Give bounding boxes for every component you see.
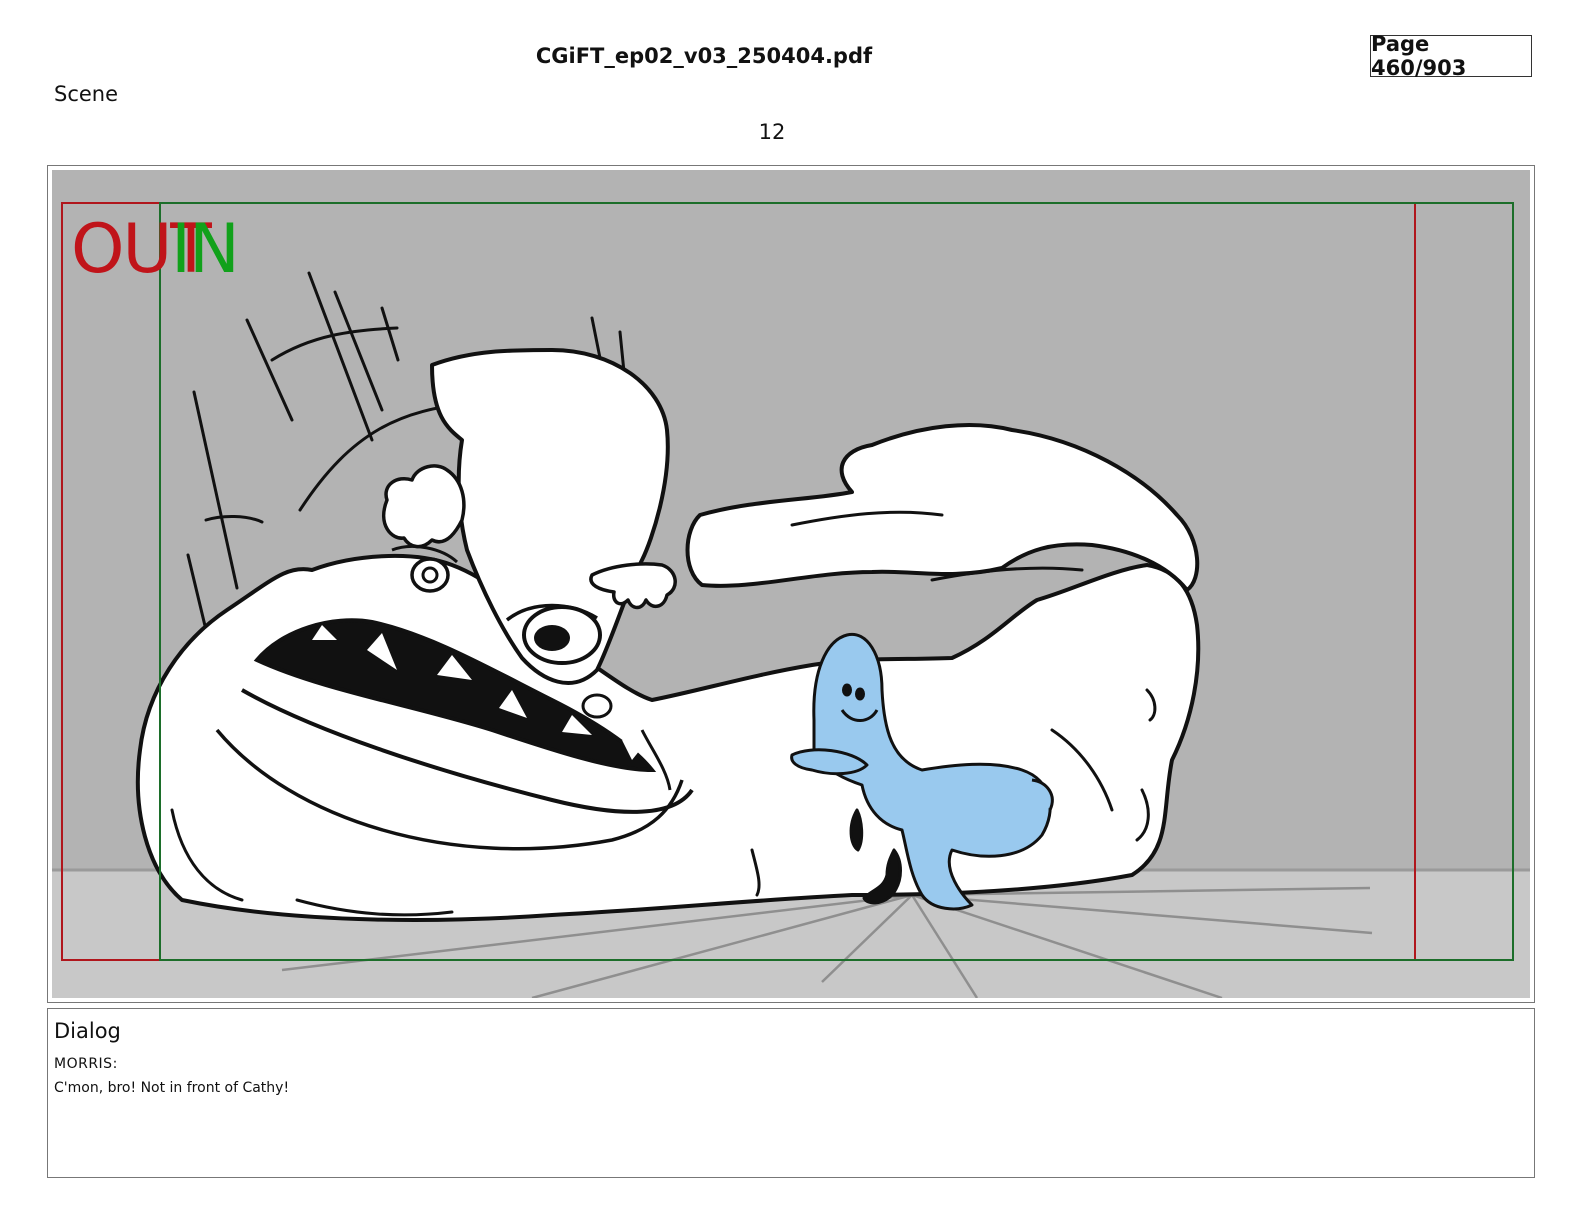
storyboard-panel: OUT IN [47,165,1535,1003]
document-title: CGiFT_ep02_v03_250404.pdf [535,44,873,68]
monster-eye-left [410,557,450,593]
dialog-speaker: MORRIS: [54,1056,118,1072]
dialog-box: Dialog MORRIS: C'mon, bro! Not in front … [47,1008,1535,1178]
storyboard-drawing [52,170,1530,998]
safe-frame-in-label: IN [171,210,240,289]
monster-nostril [581,693,613,719]
scene-label: Scene [54,82,119,106]
dialog-line: C'mon, bro! Not in front of Cathy! [54,1080,290,1096]
scene-number: 12 [758,120,786,144]
page-number-box: Page 460/903 [1370,32,1532,80]
dialog-title: Dialog [54,1019,121,1043]
